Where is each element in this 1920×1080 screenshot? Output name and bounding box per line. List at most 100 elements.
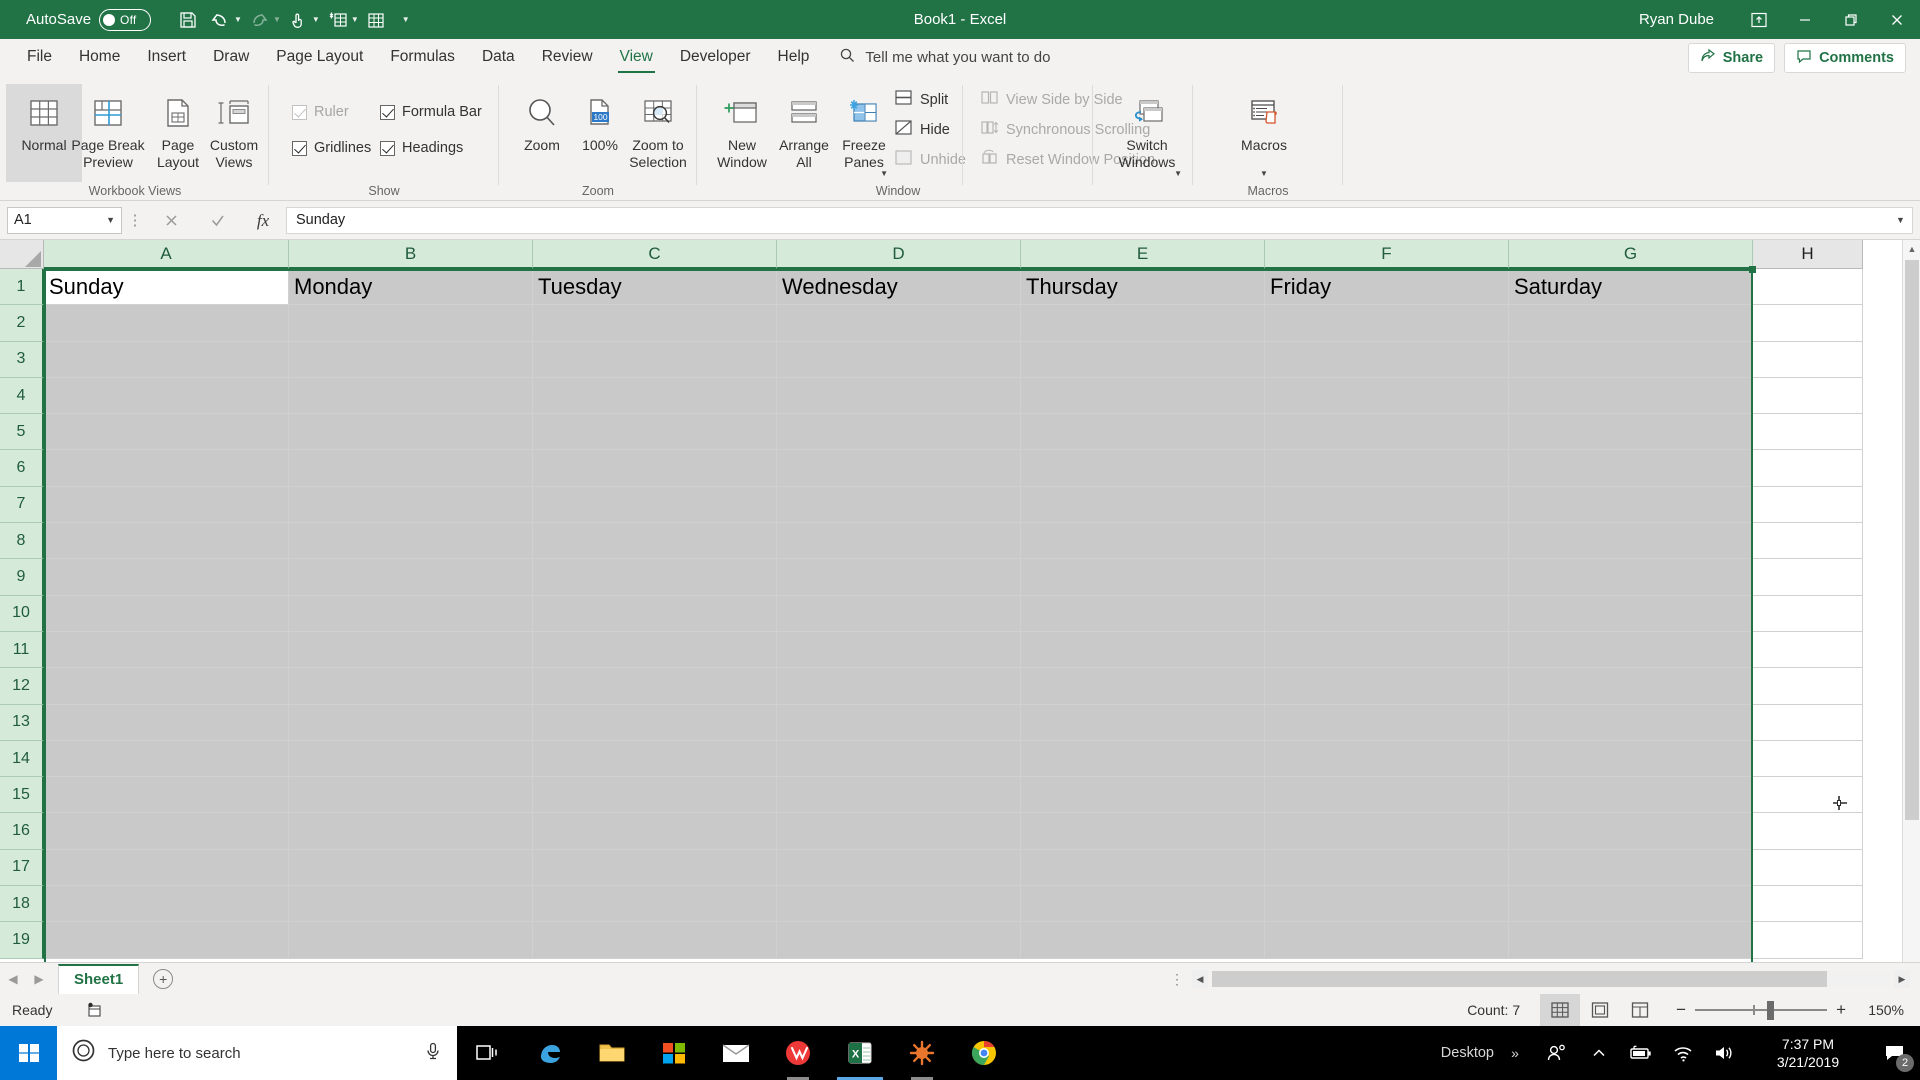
cell-B19[interactable] <box>289 922 533 959</box>
cell-A8[interactable] <box>44 523 289 560</box>
cell-G11[interactable] <box>1509 631 1753 669</box>
horizontal-scrollbar[interactable] <box>1212 971 1890 987</box>
share-button[interactable]: Share <box>1687 42 1776 73</box>
cell-G9[interactable] <box>1509 559 1753 596</box>
cell-F10[interactable] <box>1265 595 1509 632</box>
zoom-thumb[interactable] <box>1767 1001 1775 1020</box>
cell-F15[interactable] <box>1265 777 1509 814</box>
gridlines-checkbox[interactable]: Gridlines <box>292 140 371 156</box>
tab-file[interactable]: File <box>14 42 65 73</box>
cell-A6[interactable] <box>44 450 289 487</box>
app-icon[interactable] <box>891 1026 953 1080</box>
cell-G2[interactable] <box>1509 305 1753 342</box>
split-button[interactable]: Split <box>894 88 948 111</box>
cell-C7[interactable] <box>533 486 777 524</box>
cell-D2[interactable] <box>777 305 1021 342</box>
touch-mode-dropdown-icon[interactable]: ▼ <box>312 15 320 24</box>
formula-bar-handle[interactable]: ⋮ <box>122 211 148 229</box>
cell-D4[interactable] <box>777 377 1021 415</box>
cell-E11[interactable] <box>1021 631 1265 669</box>
cell-B16[interactable] <box>289 813 533 850</box>
save-icon[interactable] <box>173 6 203 34</box>
cell-C16[interactable] <box>533 813 777 850</box>
cell-H1[interactable] <box>1753 269 1863 306</box>
cell-G16[interactable] <box>1509 813 1753 850</box>
cell-E18[interactable] <box>1021 886 1265 923</box>
ruler-checkbox[interactable]: Ruler <box>292 104 349 120</box>
row-header-4[interactable]: 4 <box>0 377 44 415</box>
cell-B1[interactable]: Monday <box>289 269 533 306</box>
cell-C14[interactable] <box>533 740 777 778</box>
cell-D19[interactable] <box>777 922 1021 959</box>
autosave-toggle[interactable]: Off <box>99 8 152 31</box>
zoom-slider[interactable]: − + <box>1676 1000 1846 1020</box>
tab-page-layout[interactable]: Page Layout <box>263 42 376 73</box>
chevron-down-icon[interactable]: ▼ <box>1174 169 1182 178</box>
cell-A5[interactable] <box>44 414 289 451</box>
next-sheet-icon[interactable]: ▶ <box>26 972 52 986</box>
cell-A16[interactable] <box>44 813 289 850</box>
cell-B7[interactable] <box>289 486 533 524</box>
cell-H4[interactable] <box>1753 377 1863 415</box>
cell-A17[interactable] <box>44 849 289 887</box>
cell-B14[interactable] <box>289 740 533 778</box>
cell-H10[interactable] <box>1753 595 1863 632</box>
cell-C11[interactable] <box>533 631 777 669</box>
people-icon[interactable] <box>1536 1026 1578 1080</box>
cell-B9[interactable] <box>289 559 533 596</box>
insert-function-icon[interactable]: fx <box>240 205 286 235</box>
cell-A15[interactable] <box>44 777 289 814</box>
show-hidden-icons-icon[interactable]: » <box>1494 1026 1536 1080</box>
touch-mode-icon[interactable] <box>283 6 313 34</box>
cell-A2[interactable] <box>44 305 289 342</box>
row-header-16[interactable]: 16 <box>0 813 44 850</box>
edge-icon[interactable] <box>519 1026 581 1080</box>
zoom-in-button[interactable]: + <box>1836 1000 1846 1020</box>
cell-H6[interactable] <box>1753 450 1863 487</box>
cell-F8[interactable] <box>1265 523 1509 560</box>
row-header-3[interactable]: 3 <box>0 341 44 378</box>
hide-button[interactable]: Hide <box>894 118 950 141</box>
cell-C5[interactable] <box>533 414 777 451</box>
column-header-B[interactable]: B <box>289 240 533 269</box>
cell-F7[interactable] <box>1265 486 1509 524</box>
name-box[interactable]: A1 ▼ <box>7 206 122 234</box>
spreadsheet-icon[interactable] <box>361 6 391 34</box>
close-icon[interactable] <box>1874 0 1920 39</box>
cell-D13[interactable] <box>777 704 1021 741</box>
cell-F18[interactable] <box>1265 886 1509 923</box>
cell-E7[interactable] <box>1021 486 1265 524</box>
cell-E9[interactable] <box>1021 559 1265 596</box>
cell-C15[interactable] <box>533 777 777 814</box>
cell-C9[interactable] <box>533 559 777 596</box>
cell-C12[interactable] <box>533 668 777 705</box>
cell-B4[interactable] <box>289 377 533 415</box>
freeze-panes-button[interactable]: Freeze Panes ▼ <box>826 84 902 182</box>
cell-H13[interactable] <box>1753 704 1863 741</box>
row-header-12[interactable]: 12 <box>0 668 44 705</box>
cell-G13[interactable] <box>1509 704 1753 741</box>
windows-start-icon[interactable] <box>0 1026 57 1080</box>
cell-H9[interactable] <box>1753 559 1863 596</box>
enter-icon[interactable] <box>194 205 240 235</box>
cell-A4[interactable] <box>44 377 289 415</box>
cell-F17[interactable] <box>1265 849 1509 887</box>
cell-D6[interactable] <box>777 450 1021 487</box>
select-all-button[interactable] <box>0 240 44 269</box>
mail-icon[interactable] <box>705 1026 767 1080</box>
cell-B13[interactable] <box>289 704 533 741</box>
cell-B12[interactable] <box>289 668 533 705</box>
tab-draw[interactable]: Draw <box>200 42 262 73</box>
cell-D16[interactable] <box>777 813 1021 850</box>
autosave-control[interactable]: AutoSave Off <box>26 8 152 31</box>
cell-E3[interactable] <box>1021 341 1265 378</box>
cell-D3[interactable] <box>777 341 1021 378</box>
cell-B2[interactable] <box>289 305 533 342</box>
vivaldi-icon[interactable] <box>767 1026 829 1080</box>
cell-D8[interactable] <box>777 523 1021 560</box>
cell-F11[interactable] <box>1265 631 1509 669</box>
sheet-tab-sheet1[interactable]: Sheet1 <box>58 963 140 994</box>
tab-developer[interactable]: Developer <box>667 42 764 73</box>
cell-C1[interactable]: Tuesday <box>533 269 777 306</box>
undo-dropdown-icon[interactable]: ▼ <box>234 15 242 24</box>
